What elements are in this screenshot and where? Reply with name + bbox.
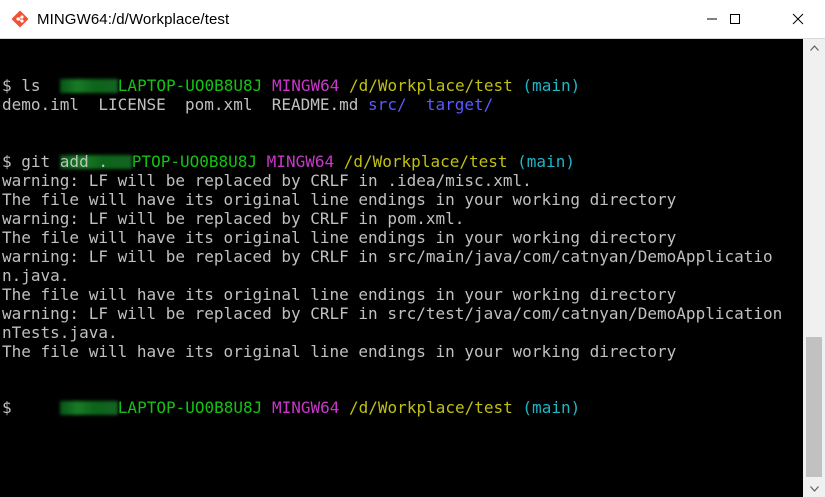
scroll-up-button[interactable]	[803, 39, 825, 56]
shell-name: MINGW64	[271, 76, 340, 95]
hostname: LAPTOP-UO0B8U8J	[117, 398, 263, 417]
current-path: /d/Workplace/test	[349, 76, 513, 95]
output-line: warning: LF will be replaced by CRLF in …	[2, 304, 783, 323]
shell-name: MINGW64	[266, 152, 335, 171]
maximize-icon	[730, 14, 740, 24]
close-button[interactable]	[770, 0, 825, 38]
scrollbar-thumb[interactable]	[806, 337, 822, 477]
current-path: /d/Workplace/test	[349, 398, 513, 417]
file-list: demo.iml LICENSE pom.xml README.md	[2, 95, 369, 114]
prompt-line: PTOP-UO0B8U8J MINGW64 /d/Workplace/test …	[2, 133, 575, 171]
command-line: $ git add .	[2, 152, 108, 171]
prompt-line: LAPTOP-UO0B8U8J MINGW64 /d/Workplace/tes…	[2, 379, 580, 417]
directory-target: target/	[425, 95, 494, 114]
git-bash-icon	[11, 10, 29, 28]
redacted-username	[59, 401, 118, 415]
chevron-down-icon	[809, 485, 819, 492]
git-branch: (main)	[517, 152, 575, 171]
command-line: $ ls	[2, 76, 41, 95]
output-line: The file will have its original line end…	[2, 285, 677, 304]
hostname: LAPTOP-UO0B8U8J	[117, 76, 263, 95]
terminal-window: MINGW64:/d/Workplace/test LAPTOP-UO0B8U8…	[0, 0, 825, 497]
maximize-button[interactable]	[712, 0, 758, 38]
ls-output: demo.iml LICENSE pom.xml README.md src/ …	[2, 95, 493, 114]
redacted-username	[59, 79, 118, 93]
scroll-down-button[interactable]	[803, 480, 825, 497]
hostname: PTOP-UO0B8U8J	[131, 152, 258, 171]
shell-name: MINGW64	[271, 398, 340, 417]
output-line: warning: LF will be replaced by CRLF in …	[2, 247, 773, 266]
close-icon	[792, 13, 803, 25]
output-line: n.java.	[2, 266, 70, 285]
output-line: The file will have its original line end…	[2, 228, 677, 247]
directory-src: src/	[368, 95, 407, 114]
terminal-output[interactable]: LAPTOP-UO0B8U8J MINGW64 /d/Workplace/tes…	[0, 39, 800, 497]
title-bar[interactable]: MINGW64:/d/Workplace/test	[0, 0, 825, 39]
git-branch: (main)	[522, 76, 581, 95]
output-line: warning: LF will be replaced by CRLF in …	[2, 209, 465, 228]
output-line: The file will have its original line end…	[2, 342, 677, 361]
chevron-up-icon	[809, 44, 819, 51]
vertical-scrollbar[interactable]	[803, 39, 825, 497]
output-line: warning: LF will be replaced by CRLF in …	[2, 171, 532, 190]
window-title: MINGW64:/d/Workplace/test	[37, 10, 230, 28]
input-prompt[interactable]: $	[2, 398, 12, 417]
prompt-line: LAPTOP-UO0B8U8J MINGW64 /d/Workplace/tes…	[2, 57, 580, 95]
output-line: nTests.java.	[2, 323, 118, 342]
current-path: /d/Workplace/test	[343, 152, 508, 171]
output-line: The file will have its original line end…	[2, 190, 677, 209]
git-branch: (main)	[522, 398, 581, 417]
